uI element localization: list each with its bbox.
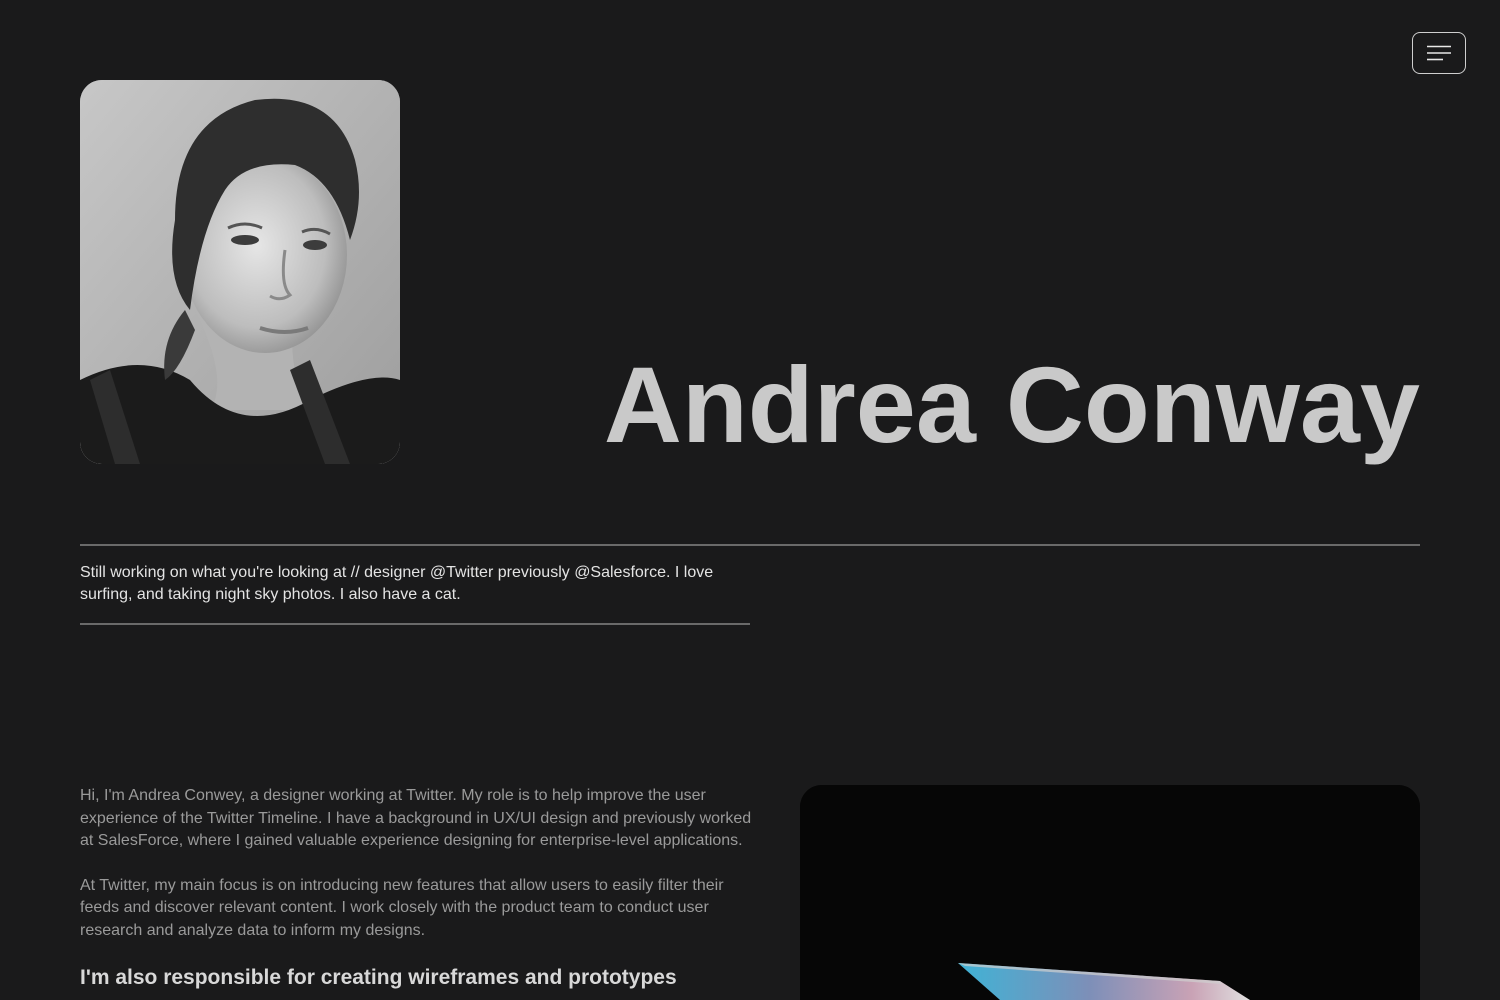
- profile-portrait: [80, 80, 400, 464]
- bio-section: Hi, I'm Andrea Conwey, a designer workin…: [80, 785, 760, 992]
- bio-heading: I'm also responsible for creating wirefr…: [80, 966, 677, 989]
- bio-paragraph: At Twitter, my main focus is on introduc…: [80, 876, 724, 939]
- hamburger-menu-icon: [1427, 45, 1451, 61]
- laptop-photo-illustration: [800, 785, 1420, 1000]
- tagline-divider: [80, 623, 750, 625]
- portfolio-page: Andrea Conway Still working on what you'…: [0, 0, 1500, 1000]
- intro-tagline: Still working on what you're looking at …: [80, 564, 714, 603]
- menu-button[interactable]: [1412, 32, 1466, 74]
- hero-name: Andrea Conway: [603, 344, 1420, 465]
- featured-work-image: [800, 785, 1420, 1000]
- bio-paragraph: Hi, I'm Andrea Conwey, a designer workin…: [80, 787, 752, 849]
- section-divider: [80, 544, 1420, 546]
- portrait-illustration: [80, 80, 400, 464]
